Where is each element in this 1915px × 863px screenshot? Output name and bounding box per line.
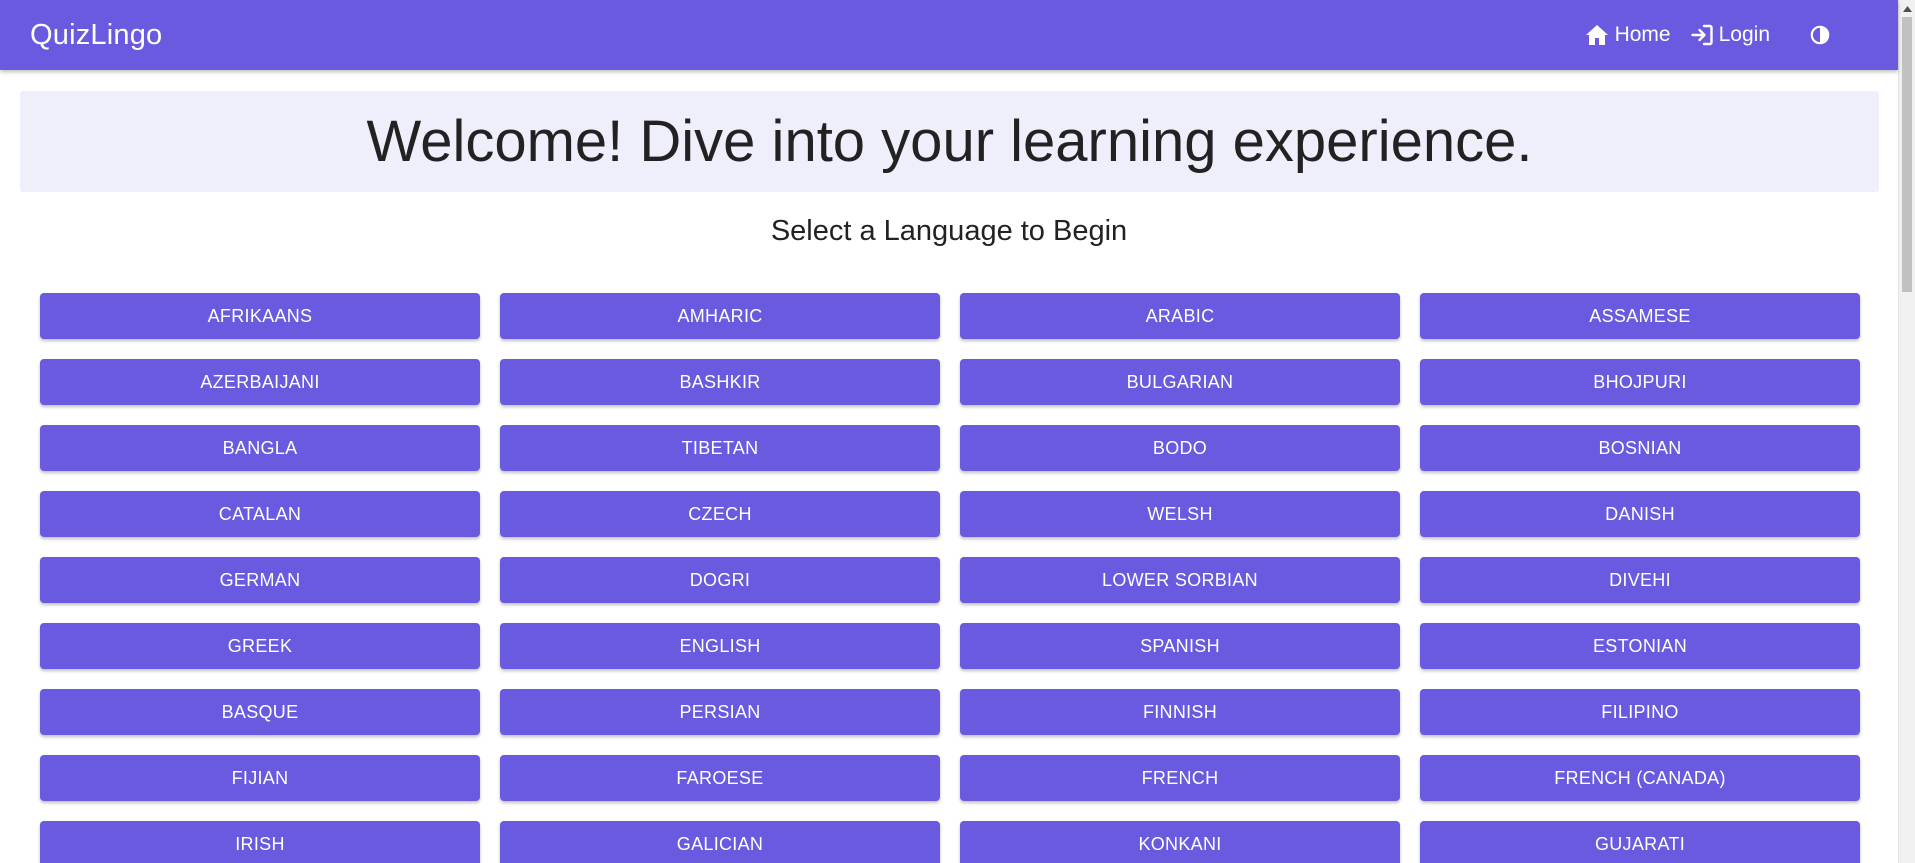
welcome-banner: Welcome! Dive into your learning experie… [20,91,1879,192]
language-button[interactable]: SPANISH [960,623,1400,669]
language-button[interactable]: TIBETAN [500,425,940,471]
page-title: Welcome! Dive into your learning experie… [366,109,1533,174]
language-grid: AFRIKAANS AMHARIC ARABIC ASSAMESE AZERBAIJAN… [40,293,1860,863]
language-button[interactable]: FAROESE [500,755,940,801]
language-button[interactable]: DANISH [1420,491,1860,537]
language-button[interactable]: BHOJPURI [1420,359,1860,405]
language-button[interactable]: WELSH [960,491,1400,537]
language-button[interactable]: BASHKIR [500,359,940,405]
language-button[interactable]: PERSIAN [500,689,940,735]
top-navbar: QuizLingo Home Login [0,0,1898,70]
theme-toggle-button[interactable] [1810,25,1830,45]
language-button[interactable]: IRISH [40,821,480,863]
login-link-label: Login [1718,23,1770,46]
language-button[interactable]: ENGLISH [500,623,940,669]
section-subtitle: Select a Language to Begin [770,215,1128,247]
language-button[interactable]: FRENCH (CANADA) [1420,755,1860,801]
language-button[interactable]: FIJIAN [40,755,480,801]
language-button[interactable]: BODO [960,425,1400,471]
language-button[interactable]: BASQUE [40,689,480,735]
nav-links: Home Login [1565,23,1830,47]
language-button[interactable]: ASSAMESE [1420,293,1860,339]
language-button[interactable]: FINNISH [960,689,1400,735]
scrollbar-thumb[interactable] [1902,17,1912,292]
language-button[interactable]: FILIPINO [1420,689,1860,735]
language-button[interactable]: CZECH [500,491,940,537]
home-link[interactable]: Home [1585,23,1671,47]
vertical-scrollbar[interactable] [1898,0,1915,863]
language-button[interactable]: AZERBAIJANI [40,359,480,405]
language-button[interactable]: BANGLA [40,425,480,471]
language-button[interactable]: GALICIAN [500,821,940,863]
language-button[interactable]: LOWER SORBIAN [960,557,1400,603]
home-icon [1585,25,1608,45]
language-button[interactable]: CATALAN [40,491,480,537]
main-content: Welcome! Dive into your learning experie… [0,70,1898,863]
language-button[interactable]: BOSNIAN [1420,425,1860,471]
scroll-up-arrow-icon[interactable] [1899,0,1915,17]
page: QuizLingo Home Login Welcome! Dive into … [0,0,1915,863]
language-button[interactable]: DOGRI [500,557,940,603]
language-button[interactable]: GUJARATI [1420,821,1860,863]
login-icon [1690,24,1713,46]
language-button[interactable]: BULGARIAN [960,359,1400,405]
language-button[interactable]: GERMAN [40,557,480,603]
home-link-label: Home [1614,23,1671,46]
brand-logo[interactable]: QuizLingo [30,19,162,52]
language-button[interactable]: ESTONIAN [1420,623,1860,669]
login-link[interactable]: Login [1690,23,1770,47]
contrast-icon [1810,25,1830,45]
language-button[interactable]: ARABIC [960,293,1400,339]
language-button[interactable]: KONKANI [960,821,1400,863]
language-button[interactable]: AMHARIC [500,293,940,339]
language-button[interactable]: FRENCH [960,755,1400,801]
language-button[interactable]: GREEK [40,623,480,669]
language-button[interactable]: AFRIKAANS [40,293,480,339]
language-button[interactable]: DIVEHI [1420,557,1860,603]
